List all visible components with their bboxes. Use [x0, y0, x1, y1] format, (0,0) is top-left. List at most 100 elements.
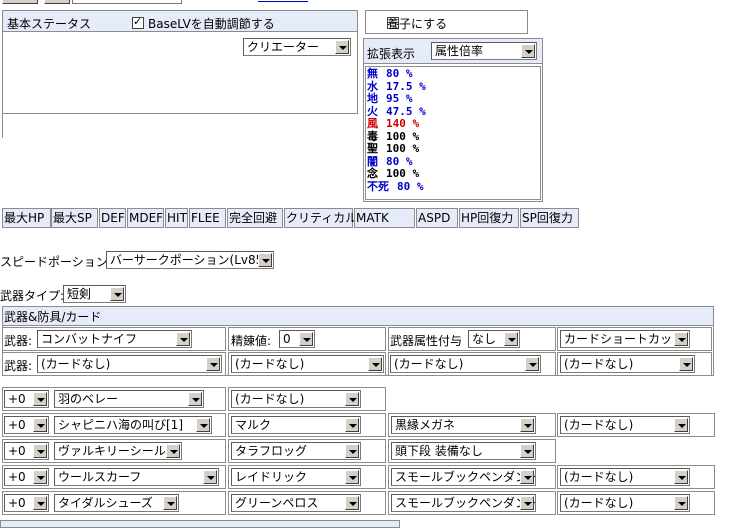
stat-column-header: ASPD — [416, 208, 458, 228]
armor-refine-select[interactable]: +0 — [4, 494, 49, 512]
element-rate-value: 80 % — [386, 67, 413, 80]
weapon-type-value: 短剣 — [67, 287, 92, 301]
armor-refine-select[interactable]: +0 — [4, 390, 49, 408]
chevron-down-icon — [520, 496, 534, 510]
armor-card-select[interactable]: マルク — [231, 416, 361, 434]
armor-card-select[interactable]: タラフロッグ — [231, 442, 361, 460]
chevron-down-icon — [335, 40, 349, 54]
chevron-down-icon — [206, 357, 220, 371]
armor-card-select-value: (カードなし) — [235, 392, 305, 406]
weapon-card-select-3[interactable]: (カードなし) — [390, 355, 541, 373]
armor-item-select-value: 羽のベレー — [58, 392, 119, 406]
chevron-down-icon — [674, 332, 688, 346]
weapon-select[interactable]: コンバットナイフ — [37, 330, 192, 348]
equip-header-title: 武器&防具/カード — [4, 310, 102, 324]
armor-card-select[interactable]: 黒縁メガネ — [391, 416, 536, 434]
weapon-type-select[interactable]: 短剣 — [63, 285, 126, 303]
armor-item-select[interactable]: ウールスカーフ — [54, 468, 219, 486]
chevron-down-icon — [196, 418, 210, 432]
refine-select[interactable]: 0 — [279, 330, 315, 348]
chevron-down-icon — [33, 444, 47, 458]
element-name: 水 — [367, 79, 378, 93]
armor-item-select[interactable]: 羽のベレー — [54, 390, 204, 408]
stat-column-header: SP回復力 — [520, 208, 579, 228]
stat-column-header: MATK — [354, 208, 415, 228]
armor-item-select[interactable]: シャピニハ海の叫び[1] — [54, 416, 212, 434]
speed-potion-select[interactable]: バーサークポーション(Lv85) — [106, 251, 274, 269]
armor-item-select-value: ヴァルキリーシールド — [58, 444, 178, 458]
weapon-card-value-2: (カードなし) — [235, 357, 305, 371]
stat-column-header: HP回復力 — [459, 208, 519, 228]
armor-card-select[interactable]: レイドリック — [231, 468, 361, 486]
armor-card-select-value: 黒縁メガネ — [395, 418, 456, 432]
armor-card-select[interactable]: スモールブックペンダント — [391, 468, 536, 486]
chevron-down-icon — [258, 253, 272, 267]
chevron-down-icon — [345, 496, 359, 510]
weapon-card-value-1: (カードなし) — [41, 357, 111, 371]
chevron-down-icon — [176, 332, 190, 346]
stat-column-header: 最大SP — [51, 208, 98, 228]
element-name: 闇 — [367, 154, 378, 168]
element-rate-value: 47.5 % — [386, 104, 426, 118]
chevron-down-icon — [368, 357, 382, 371]
stat-column-header: DEF — [99, 208, 126, 228]
armor-refine-select-value: +0 — [8, 444, 26, 458]
element-rate-value: 80 % — [386, 154, 413, 168]
top-button-2[interactable] — [44, 0, 70, 4]
weapon-card-select-2[interactable]: (カードなし) — [231, 355, 384, 373]
weapon-card-value-3: (カードなし) — [394, 357, 464, 371]
auto-lv-checkbox[interactable] — [132, 15, 144, 29]
weapon-card-select-4[interactable]: (カードなし) — [560, 355, 695, 373]
weapon-select-value: コンバットナイフ — [41, 332, 138, 346]
chevron-down-icon — [110, 287, 124, 301]
chevron-down-icon — [166, 444, 180, 458]
chevron-down-icon — [674, 470, 688, 484]
armor-card-select[interactable]: グリーンペロス — [231, 494, 361, 512]
armor-item-select-value: タイダルシューズ — [58, 496, 153, 510]
armor-item-select[interactable]: タイダルシューズ — [54, 494, 179, 512]
stat-column-header: クリティカル — [284, 208, 357, 228]
stat-column-header: 完全回避 — [227, 208, 283, 228]
extended-mode-value: 属性倍率 — [435, 44, 484, 58]
top-button-1[interactable] — [2, 0, 38, 4]
armor-card-select[interactable]: (カードなし) — [231, 390, 361, 408]
chevron-down-icon — [33, 392, 47, 406]
chevron-down-icon — [520, 418, 534, 432]
armor-card-select[interactable]: スモールブックペンダント — [391, 494, 536, 512]
weapon-card-select-1[interactable]: (カードなし) — [37, 355, 222, 373]
auto-lv-label: BaseLVを自動調節する — [148, 17, 275, 31]
chevron-down-icon — [521, 44, 535, 58]
stat-column-header: MDEF — [127, 208, 164, 228]
armor-item-select-value: ウールスカーフ — [58, 470, 142, 484]
armor-card-select-value: スモールブックペンダント — [395, 496, 536, 510]
adopt-label: 養子にする — [387, 17, 448, 31]
element-rate-value: 100 % — [386, 167, 420, 180]
armor-card-select[interactable]: (カードなし) — [560, 494, 690, 512]
armor-item-select[interactable]: ヴァルキリーシールド — [54, 442, 182, 460]
chevron-down-icon — [345, 418, 359, 432]
stat-column-header: HIT — [165, 208, 188, 228]
top-input[interactable] — [72, 0, 182, 4]
extended-mode-select[interactable]: 属性倍率 — [431, 42, 537, 60]
armor-refine-select[interactable]: +0 — [4, 416, 49, 434]
stat-column-header: FLEE — [189, 208, 226, 228]
element-rate-row: 毒 100 % — [367, 130, 419, 143]
armor-card-select[interactable]: 頭下段 装備なし — [391, 442, 536, 460]
chevron-down-icon — [188, 392, 202, 406]
element-rate-value: 17.5 % — [386, 79, 426, 93]
chevron-down-icon — [504, 332, 518, 346]
element-rate-value: 95 % — [386, 92, 413, 105]
element-select[interactable]: なし — [468, 330, 520, 348]
chevron-down-icon — [33, 418, 47, 432]
job-select[interactable]: クリエーター — [243, 38, 351, 56]
armor-refine-select-value: +0 — [8, 392, 26, 406]
armor-card-select[interactable]: (カードなし) — [560, 468, 690, 486]
armor-card-select[interactable]: (カードなし) — [560, 416, 690, 434]
card-shortcut-select[interactable]: カードショートカット — [560, 330, 690, 348]
top-link[interactable] — [258, 0, 308, 2]
element-rate-row: 風 140 % — [367, 118, 419, 130]
armor-refine-select[interactable]: +0 — [4, 468, 49, 486]
chevron-down-icon — [674, 418, 688, 432]
armor-refine-select[interactable]: +0 — [4, 442, 49, 460]
armor-refine-select-value: +0 — [8, 496, 26, 510]
